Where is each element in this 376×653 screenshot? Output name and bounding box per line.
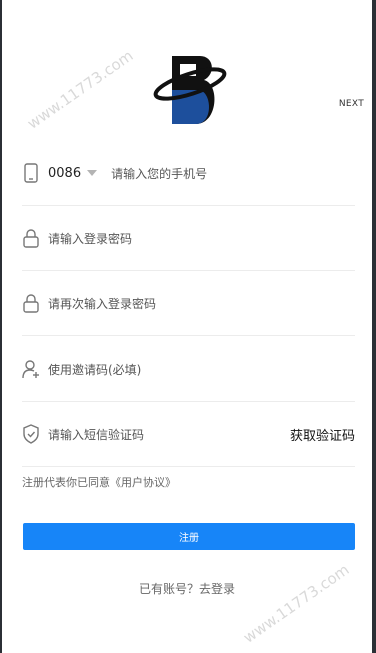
- invite-code-field[interactable]: 使用邀请码(必填): [22, 337, 355, 402]
- app-logo: [153, 56, 227, 124]
- get-code-button[interactable]: 获取验证码: [290, 425, 355, 444]
- password-field[interactable]: 请输入登录密码: [22, 206, 355, 271]
- shield-check-icon: [23, 424, 39, 444]
- password-confirm-input[interactable]: 请再次输入登录密码: [48, 295, 156, 312]
- register-screen: NEXT 0086 请输入您的手机号 请输入登录密码 请再次输入登录密码 使用邀…: [2, 0, 372, 653]
- password-input[interactable]: 请输入登录密码: [48, 230, 132, 247]
- watermark: www.11773.com: [240, 560, 353, 647]
- register-button[interactable]: 注册: [23, 523, 355, 550]
- phone-input[interactable]: 请输入您的手机号: [111, 165, 207, 182]
- sms-code-input[interactable]: 请输入短信验证码: [48, 426, 144, 443]
- password-confirm-field[interactable]: 请再次输入登录密码: [22, 271, 355, 336]
- chevron-down-icon[interactable]: [87, 170, 98, 176]
- invite-code-input[interactable]: 使用邀请码(必填): [48, 361, 141, 378]
- country-code[interactable]: 0086: [48, 166, 81, 181]
- lock-icon: [23, 294, 39, 313]
- agreement-text[interactable]: 注册代表你已同意《用户协议》: [22, 474, 176, 490]
- watermark: www.11773.com: [24, 46, 137, 133]
- phone-field[interactable]: 0086 请输入您的手机号: [22, 141, 355, 206]
- sms-code-field[interactable]: 请输入短信验证码 获取验证码: [22, 402, 355, 467]
- phone-icon: [24, 163, 38, 183]
- user-add-icon: [22, 360, 39, 379]
- next-link[interactable]: NEXT: [339, 99, 364, 109]
- lock-icon: [23, 229, 39, 248]
